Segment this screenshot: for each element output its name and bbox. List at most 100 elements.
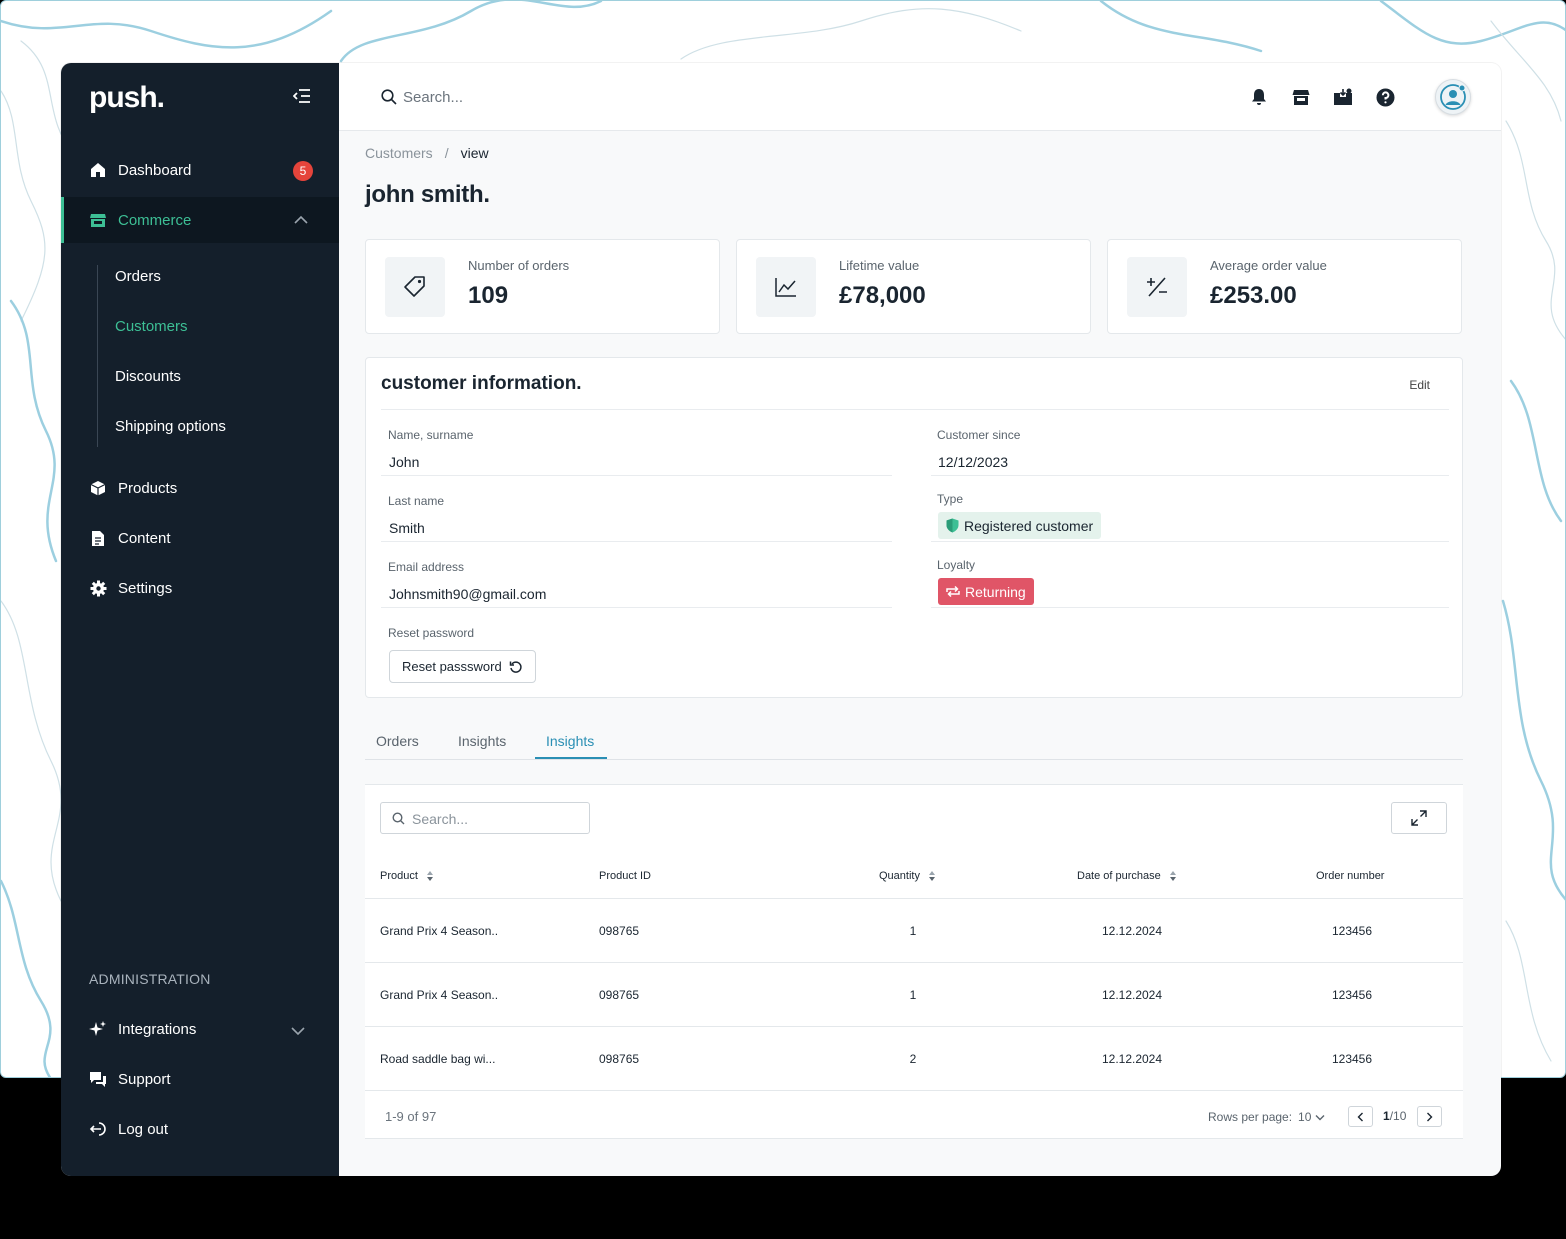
column-header-label: Quantity <box>879 870 920 882</box>
column-header-product-id: Product ID <box>599 870 651 882</box>
field-label: Type <box>937 492 964 506</box>
sidebar-item-integrations[interactable]: Integrations <box>61 1006 339 1052</box>
sort-icon <box>1169 871 1176 881</box>
cell-date: 12.12.2024 <box>1101 988 1163 1002</box>
field-value: John <box>389 454 420 470</box>
chevron-down-icon[interactable] <box>291 1023 305 1040</box>
cell-product-id: 098765 <box>599 924 640 938</box>
column-header-product[interactable]: Product <box>380 870 434 882</box>
sidebar-item-settings[interactable]: Settings <box>61 565 339 611</box>
user-avatar-icon[interactable] <box>1435 79 1471 115</box>
rows-per-page-label: Rows per page: <box>1208 1110 1293 1124</box>
chat-icon <box>89 1070 107 1088</box>
sidebar-item-label: Products <box>118 479 178 497</box>
section-title: customer information. <box>381 373 582 394</box>
rows-per-page-select[interactable]: 10 <box>1298 1110 1325 1124</box>
store-icon[interactable] <box>1291 87 1311 107</box>
sidebar-item-label: Support <box>118 1070 171 1088</box>
stat-label: Number of orders <box>468 258 570 273</box>
app-window: push. Dashboard 5 Commerce Orders Custom… <box>61 63 1501 1176</box>
sidebar-item-label: Log out <box>118 1120 169 1138</box>
orders-table-card: Product Product ID Quantity Date of purc… <box>365 784 1463 1139</box>
column-header-label: Order number <box>1316 870 1385 882</box>
page-current: 1 <box>1383 1109 1390 1123</box>
cell-product: Road saddle bag wi... <box>380 1052 496 1066</box>
field-label: Loyalty <box>937 558 976 572</box>
sort-icon <box>928 871 935 881</box>
column-header-date[interactable]: Date of purchase <box>1077 870 1177 882</box>
sidebar-item-label: Content <box>118 529 171 547</box>
sidebar-item-support[interactable]: Support <box>61 1056 339 1102</box>
subnav-line <box>97 265 98 447</box>
repeat-icon <box>946 585 960 598</box>
page-title: john smith. <box>365 181 490 208</box>
field-type: Type Registered customer <box>931 476 1449 542</box>
table-row[interactable]: Grand Prix 4 Season.. 098765 1 12.12.202… <box>365 963 1463 1027</box>
cell-product: Grand Prix 4 Season.. <box>380 924 499 938</box>
field-value: Smith <box>389 520 425 536</box>
sidebar-subitem-orders[interactable]: Orders <box>115 268 161 285</box>
table-row[interactable]: Road saddle bag wi... 098765 2 12.12.202… <box>365 1027 1463 1091</box>
field-email: Email address Johnsmith90@gmail.com <box>381 542 892 608</box>
stat-card-lifetime-value: Lifetime value £78,000 <box>736 239 1091 334</box>
inbox-icon[interactable] <box>1333 87 1353 107</box>
collapse-sidebar-icon[interactable] <box>292 89 315 107</box>
breadcrumb-current: view <box>460 145 489 161</box>
stat-card-average-order-value: Average order value £253.00 <box>1107 239 1462 334</box>
tab-insights-active[interactable]: Insights <box>546 733 594 749</box>
store-icon <box>89 211 107 229</box>
field-customer-since: Customer since 12/12/2023 <box>931 410 1449 476</box>
help-icon[interactable] <box>1375 87 1395 107</box>
main-content: Customers / view john smith. Number of o… <box>339 63 1501 1176</box>
home-icon <box>89 161 107 179</box>
table-search <box>380 802 590 834</box>
field-name: Name, surname John <box>381 410 892 476</box>
sidebar-subitem-discounts[interactable]: Discounts <box>115 368 181 385</box>
sidebar-item-logout[interactable]: Log out <box>61 1106 339 1152</box>
sidebar-item-content[interactable]: Content <box>61 515 339 561</box>
sidebar-subitem-customers[interactable]: Customers <box>115 318 188 335</box>
type-badge: Registered customer <box>938 512 1102 539</box>
tab-insights[interactable]: Insights <box>458 733 506 749</box>
pagination-count: 1-9 of 97 <box>385 1109 437 1124</box>
cell-quantity: 2 <box>909 1052 917 1066</box>
sidebar-item-commerce[interactable]: Commerce <box>61 197 339 243</box>
sidebar-item-products[interactable]: Products <box>61 465 339 511</box>
document-icon <box>89 529 107 547</box>
breadcrumb: Customers / view <box>365 145 489 161</box>
cell-order-number: 123456 <box>1331 1052 1373 1066</box>
expand-button[interactable] <box>1391 802 1447 834</box>
edit-button[interactable]: Edit <box>1409 378 1430 392</box>
top-bar <box>339 63 1501 131</box>
bell-icon[interactable] <box>1249 87 1269 107</box>
chevron-up-icon[interactable] <box>294 212 308 229</box>
chevron-left-icon <box>1357 1112 1363 1121</box>
sidebar: push. Dashboard 5 Commerce Orders Custom… <box>61 63 339 1176</box>
field-label: Name, surname <box>388 428 474 442</box>
breadcrumb-customers-link[interactable]: Customers <box>365 145 433 161</box>
table-row[interactable]: Grand Prix 4 Season.. 098765 1 12.12.202… <box>365 899 1463 963</box>
logo: push. <box>89 81 165 114</box>
field-label: Reset password <box>388 626 475 640</box>
field-label: Last name <box>388 494 445 508</box>
previous-page-button[interactable] <box>1348 1106 1373 1127</box>
reset-password-button[interactable]: Reset passsword <box>389 650 536 683</box>
column-header-label: Product ID <box>599 870 651 882</box>
next-page-button[interactable] <box>1417 1106 1442 1127</box>
sidebar-subitem-shipping-options[interactable]: Shipping options <box>115 418 226 435</box>
sidebar-item-label: Dashboard <box>118 161 192 179</box>
global-search-input[interactable] <box>403 85 1003 109</box>
refresh-icon <box>509 660 522 673</box>
cell-product-id: 098765 <box>599 1052 640 1066</box>
tab-orders[interactable]: Orders <box>376 733 419 749</box>
field-loyalty: Loyalty Returning <box>931 542 1449 608</box>
field-label: Email address <box>388 560 465 574</box>
expand-icon <box>1411 810 1427 826</box>
sidebar-item-label: Commerce <box>118 211 192 229</box>
table-search-input[interactable] <box>412 809 582 829</box>
cell-date: 12.12.2024 <box>1101 1052 1163 1066</box>
cell-product-id: 098765 <box>599 988 640 1002</box>
column-header-quantity[interactable]: Quantity <box>879 870 936 882</box>
sidebar-item-dashboard[interactable]: Dashboard 5 <box>61 147 339 193</box>
rows-per-page: Rows per page: 10 <box>1208 1110 1325 1124</box>
